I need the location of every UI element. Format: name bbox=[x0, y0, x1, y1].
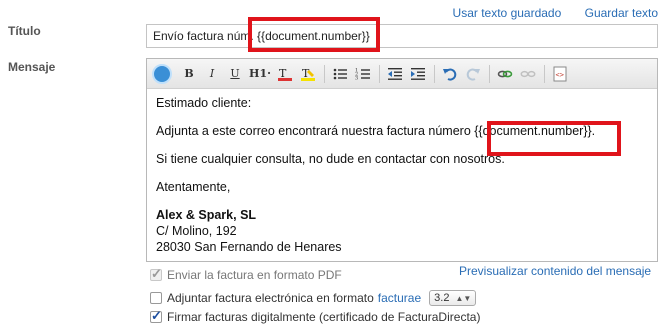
facturae-version-value: 3.2 bbox=[434, 292, 450, 304]
send-pdf-label: Enviar la factura en formato PDF bbox=[167, 268, 342, 282]
bullet-list-icon[interactable] bbox=[329, 63, 351, 85]
attach-electronic-label: Adjuntar factura electrónica en formato bbox=[167, 291, 374, 305]
underline-button[interactable]: U bbox=[224, 63, 246, 85]
message-greeting: Estimado cliente: bbox=[156, 96, 252, 110]
svg-text:<>: <> bbox=[556, 71, 564, 79]
unlink-icon[interactable] bbox=[517, 63, 539, 85]
message-closing: Atentamente, bbox=[156, 180, 231, 194]
undo-icon[interactable] bbox=[439, 63, 461, 85]
use-saved-text-link[interactable]: Usar texto guardado bbox=[453, 6, 562, 20]
numbered-list-icon[interactable]: 123 bbox=[352, 63, 374, 85]
indent-icon[interactable] bbox=[407, 63, 429, 85]
svg-text:3: 3 bbox=[355, 75, 358, 81]
text-color-icon[interactable]: T bbox=[274, 63, 296, 85]
html-source-icon[interactable]: <> bbox=[549, 63, 571, 85]
sign-digitally-checkbox[interactable] bbox=[150, 308, 162, 324]
outdent-icon[interactable] bbox=[384, 63, 406, 85]
message-line-contact: Si tiene cualquier consulta, no dude en … bbox=[156, 152, 505, 166]
attach-electronic-checkbox[interactable] bbox=[150, 292, 162, 304]
option-attach-electronic: Adjuntar factura electrónica en formato … bbox=[150, 290, 477, 306]
option-sign-digitally: Firmar facturas digitalmente (certificad… bbox=[150, 308, 481, 324]
highlight-color-icon[interactable]: T bbox=[297, 63, 319, 85]
preview-message-link[interactable]: Previsualizar contenido del mensaje bbox=[459, 264, 651, 278]
italic-button[interactable]: I bbox=[201, 63, 223, 85]
link-icon[interactable] bbox=[494, 63, 516, 85]
company-name: Alex & Spark, SL bbox=[156, 208, 257, 222]
save-text-link[interactable]: Guardar texto bbox=[585, 6, 658, 20]
bold-button[interactable]: B bbox=[178, 63, 200, 85]
header-links: Usar texto guardado Guardar texto bbox=[433, 6, 658, 20]
send-pdf-checkbox[interactable] bbox=[150, 266, 162, 282]
facturae-link[interactable]: facturae bbox=[378, 291, 421, 305]
toolbar-separator bbox=[544, 64, 545, 83]
heading-button[interactable]: H1· bbox=[247, 63, 273, 85]
option-send-pdf: Enviar la factura en formato PDF bbox=[150, 266, 342, 282]
editor-content[interactable]: Estimado cliente: Adjunta a este correo … bbox=[147, 89, 657, 261]
title-input[interactable]: Envío factura núm. {{document.number}} bbox=[146, 24, 658, 48]
editor-toolbar: B I U H1· T T 123 <> bbox=[147, 59, 657, 89]
company-address-line1: C/ Molino, 192 bbox=[156, 224, 237, 238]
redo-icon[interactable] bbox=[462, 63, 484, 85]
source-toggle-icon[interactable] bbox=[152, 63, 172, 84]
select-arrows-icon: ▲▼ bbox=[455, 293, 472, 303]
facturae-version-select[interactable]: 3.2 ▲▼ bbox=[429, 290, 477, 306]
toolbar-separator bbox=[324, 64, 325, 83]
title-label: Título bbox=[8, 24, 41, 38]
message-label: Mensaje bbox=[8, 60, 56, 74]
company-address-line2: 28030 San Fernando de Henares bbox=[156, 240, 342, 254]
toolbar-separator bbox=[434, 64, 435, 83]
sign-digitally-label: Firmar facturas digitalmente (certificad… bbox=[167, 310, 481, 324]
toolbar-separator bbox=[489, 64, 490, 83]
message-editor[interactable]: B I U H1· T T 123 <> Estimado cliente: A… bbox=[146, 58, 658, 262]
message-line-invoice: Adjunta a este correo encontrará nuestra… bbox=[156, 124, 596, 138]
toolbar-separator bbox=[379, 64, 380, 83]
